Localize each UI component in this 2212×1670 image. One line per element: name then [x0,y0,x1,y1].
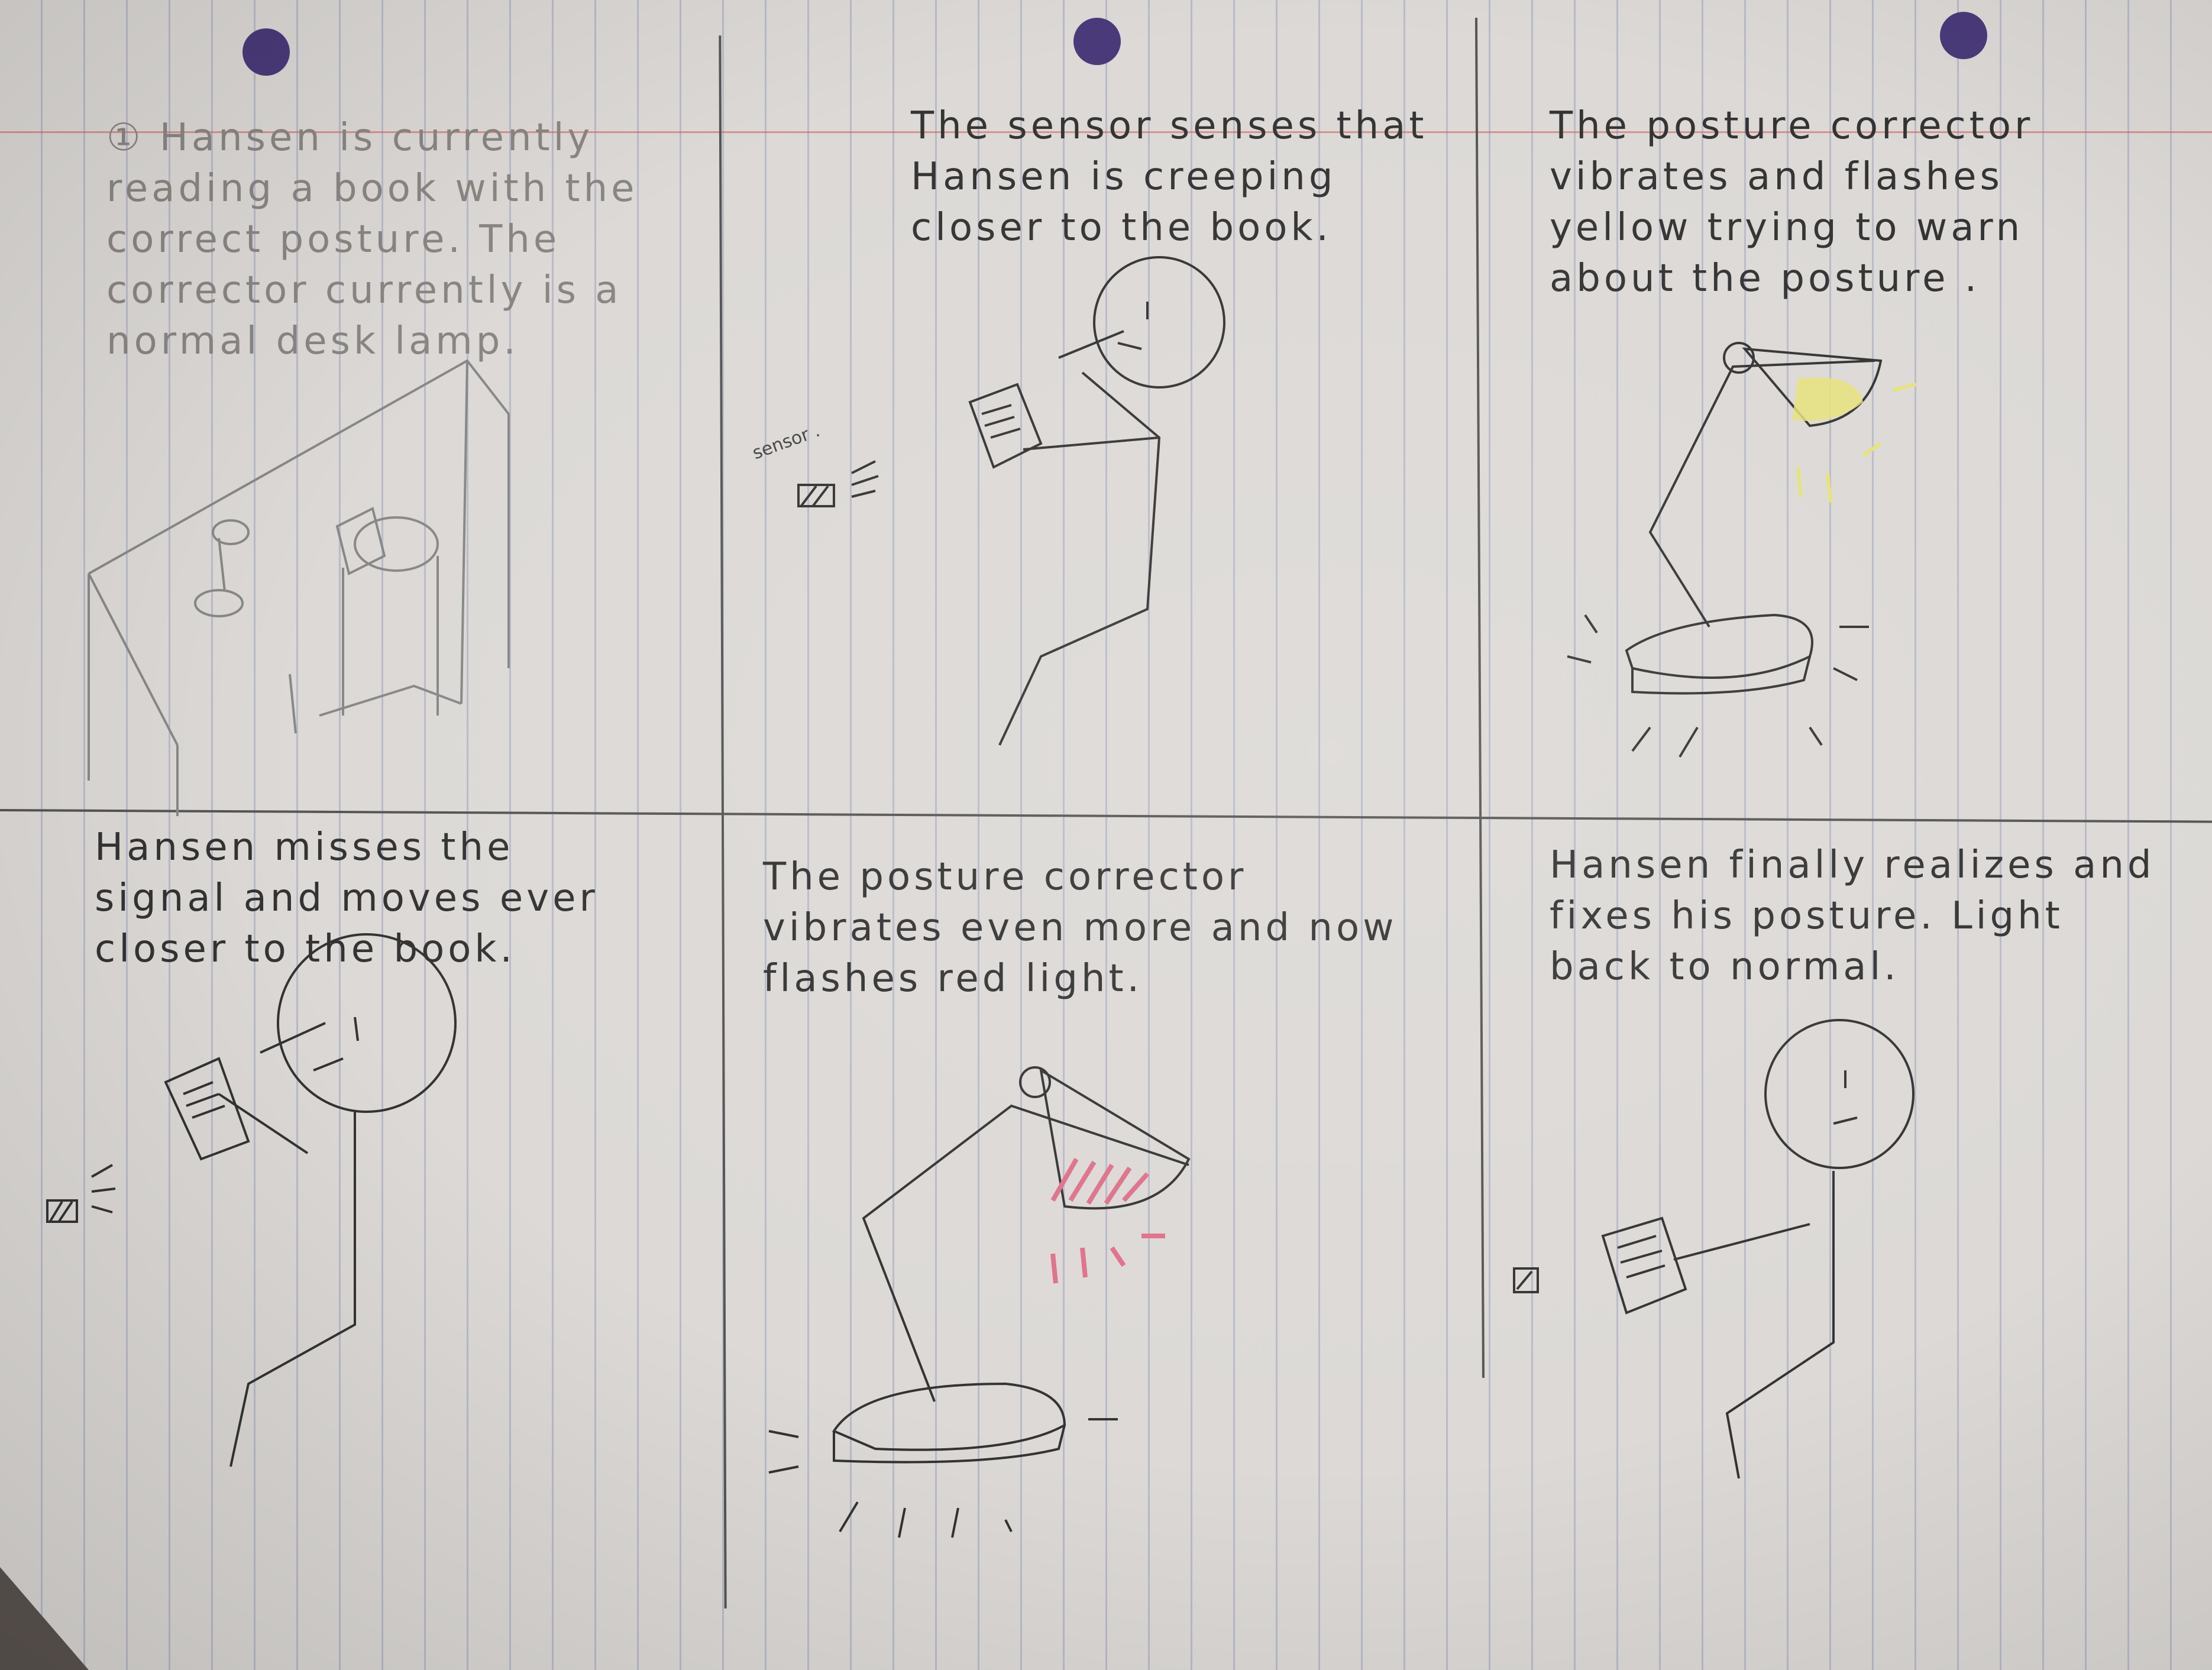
reader-leaning-sketch [797,256,1225,746]
punch-hole [242,28,290,76]
reader-upright-sketch [1513,1019,1915,1479]
desk-scene-sketch [88,359,510,816]
storyboard-panel-6: Hansen finally realizes and fixes his po… [1490,828,2200,1597]
punch-hole [1073,18,1121,65]
storyboard-panel-5: The posture corrector vibrates even more… [733,828,1473,1597]
lamp-yellow-flash-sketch [1567,342,1917,758]
storyboard-panel-3: The posture corrector vibrates and flash… [1490,89,2200,798]
reader-closer-sketch [46,933,457,1467]
storyboard-panel-4: Hansen misses the signal and moves ever … [24,822,716,1591]
storyboard-panel-1: ① Hansen is currently reading a book wit… [83,106,710,816]
lamp-red-flash-sketch [768,1066,1191,1538]
storyboard-panel-2: The sensor senses that Hansen is creepin… [733,89,1467,798]
punch-hole [1940,12,1987,59]
